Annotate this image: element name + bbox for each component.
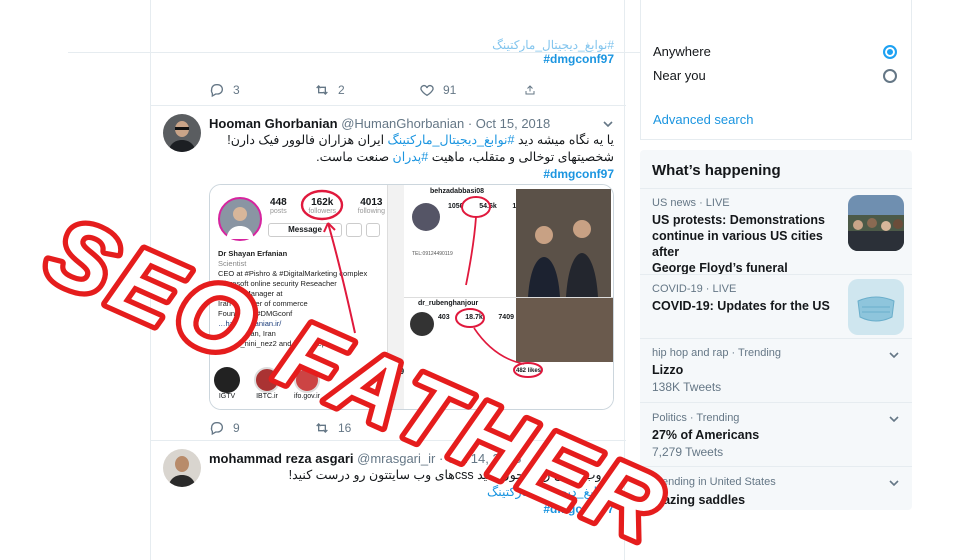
filter-option-near-you[interactable]: Near you [653, 68, 903, 83]
share-icon [525, 85, 535, 95]
share-button[interactable] [524, 82, 544, 98]
trend-item[interactable]: Politics · Trending 27% of Americans 7,2… [640, 402, 912, 466]
whats-happening-panel: What’s happening US news · LIVE US prote… [640, 150, 912, 510]
like-button[interactable]: 91 [419, 82, 524, 98]
previous-tweet-partial-hashtag[interactable]: #نوابغ_دیجیتال_مارکتینگ [151, 38, 614, 52]
trend-count: 138K Tweets [652, 380, 722, 394]
mask-photo [848, 279, 904, 335]
trend-title: US protests: Demonstrations continue in … [652, 212, 847, 276]
trend-item[interactable]: US news · LIVE US protests: Demonstratio… [640, 188, 912, 276]
previous-tweet-tail: #نوابغ_دیجیتال_مارکتینگ #dmgconf97 [151, 38, 626, 66]
tweet-text-line2: شخصیتهای توخالی و متقلب، ماهیت #پدران صن… [209, 149, 614, 166]
media-divider: 1,029 [384, 185, 404, 409]
tweet-media[interactable]: 448 posts 162k followers 4013 following Mes… [209, 184, 614, 410]
handle[interactable]: @HumanGhorbanian [341, 116, 464, 131]
tweet-text: …وب ایران رو متحول کنید cssهای وب سایتتو… [209, 467, 614, 518]
trend-meta: hip hop and rap · Trending [652, 347, 782, 359]
tweet-text-line1: یا یه نگاه میشه دید #نوابغ_دیجیتال_مارکت… [209, 132, 614, 149]
r1-photo-people [516, 189, 611, 297]
retweet-button[interactable]: 2 [314, 82, 419, 98]
text-segment: یا یه نگاه میشه دید [514, 133, 614, 147]
tweet-date[interactable]: · Oct 15, 2018 [468, 116, 550, 131]
hashtag-link[interactable]: #نوابغ_دیجیتال_مارکتینگ [209, 484, 614, 501]
media-right-lower: dr_rubenghanjour 403 18.7k 7409 482 like… [404, 297, 613, 409]
text-segment: صنعت ماست. [316, 150, 393, 164]
media-left-panel: 448 posts 162k followers 4013 following Mes… [210, 185, 388, 409]
radio-selected[interactable] [883, 45, 897, 59]
tweet-header: Hooman Ghorbanian @HumanGhorbanian · Oct… [209, 116, 550, 131]
tweet-text-line1: …وب ایران رو متحول کنید cssهای وب سایتتو… [288, 468, 614, 482]
red-annotation [300, 189, 356, 334]
filter-option-anywhere[interactable]: Anywhere [653, 44, 903, 59]
tweet-card[interactable]: Hooman Ghorbanian @HumanGhorbanian · Oct… [151, 105, 626, 440]
text-segment: ایران هزاران فالوور فیک دارن! [227, 133, 388, 147]
trend-meta: Trending in United States [652, 476, 776, 488]
timeline-feed: #نوابغ_دیجیتال_مارکتینگ #dmgconf97 3 2 9… [150, 0, 626, 560]
like-count: 91 [443, 83, 457, 97]
reply-button[interactable]: 9 [209, 420, 314, 436]
trend-title: Lizzo [652, 363, 684, 377]
chevron-down-icon[interactable] [888, 413, 900, 425]
radio-unselected[interactable] [883, 69, 897, 83]
avatar[interactable] [163, 114, 201, 152]
tweet-text: یا یه نگاه میشه دید #نوابغ_دیجیتال_مارکت… [209, 132, 614, 183]
chevron-down-icon[interactable] [602, 118, 614, 130]
hashtag-link[interactable]: #dmgconf97 [209, 166, 614, 183]
avatar-image [163, 114, 201, 152]
retweet-count: 16 [338, 421, 352, 435]
trend-thumbnail [848, 279, 904, 335]
previous-tweet-actions: 3 2 91 [209, 82, 544, 98]
reply-icon [210, 84, 223, 98]
media-right-upper: behzadabbasi08 1050 54.6k 1677 TEL:09124… [404, 185, 613, 297]
advanced-search-link[interactable]: Advanced search [653, 112, 753, 127]
tweet-header: mohammad reza asgari @mrasgari_ir · Oct … [209, 451, 521, 466]
trend-title: 27% of Americans [652, 428, 760, 442]
handle[interactable]: @mrasgari_ir [357, 451, 435, 466]
trend-item[interactable]: COVID-19 · LIVE COVID-19: Updates for th… [640, 274, 912, 338]
crowd-photo [848, 195, 904, 251]
trend-meta: COVID-19 · LIVE [652, 283, 737, 295]
reply-count: 9 [233, 421, 240, 435]
hashtag-link[interactable]: #dmgconf97 [209, 501, 614, 518]
r1-photo [516, 189, 611, 297]
previous-tweet-hashtag[interactable]: #dmgconf97 [151, 52, 614, 66]
reply-count: 3 [233, 83, 240, 97]
trend-title-line: continue in various US cities after [652, 229, 823, 259]
chevron-down-icon[interactable] [888, 349, 900, 361]
trend-thumbnail [848, 195, 904, 251]
filter-option-label: Near you [653, 68, 706, 83]
heart-icon [420, 84, 434, 97]
trend-title: blazing saddles [652, 493, 746, 507]
chevron-down-icon[interactable] [888, 477, 900, 489]
trend-count: 7,279 Tweets [652, 445, 724, 459]
trend-item[interactable]: hip hop and rap · Trending Lizzo 138K Tw… [640, 338, 912, 402]
trend-item[interactable]: Trending in United States blazing saddle… [640, 466, 912, 510]
retweet-count: 2 [338, 83, 345, 97]
display-name[interactable]: Hooman Ghorbanian [209, 116, 338, 131]
avatar-image [163, 449, 201, 487]
retweet-button[interactable]: 16 [314, 420, 419, 436]
tweet-date[interactable]: · Oct 14, 2018 [439, 451, 521, 466]
red-annotation [455, 308, 543, 378]
tweet-actions: 9 16 [209, 420, 419, 436]
display-name[interactable]: mohammad reza asgari [209, 451, 354, 466]
panel-title: What’s happening [652, 162, 781, 179]
retweet-icon [316, 85, 328, 95]
retweet-icon [316, 423, 328, 433]
text-segment: شخصیتهای توخالی و متقلب، ماهیت [428, 150, 614, 164]
trend-meta: US news · LIVE [652, 197, 730, 209]
avatar[interactable] [163, 449, 201, 487]
tweet-card[interactable]: mohammad reza asgari @mrasgari_ir · Oct … [151, 440, 626, 560]
red-annotation [461, 196, 491, 286]
filter-option-label: Anywhere [653, 44, 711, 59]
reply-icon [210, 422, 223, 436]
reply-button[interactable]: 3 [209, 82, 314, 98]
search-filters: Anywhere Near you Advanced search [640, 0, 912, 140]
trend-title-line: US protests: Demonstrations [652, 213, 825, 227]
trend-title: COVID-19: Updates for the US [652, 299, 830, 313]
hashtag-link[interactable]: #نوابغ_دیجیتال_مارکتینگ [388, 133, 515, 147]
trend-meta: Politics · Trending [652, 412, 740, 424]
hashtag-link[interactable]: #پدران [393, 150, 429, 164]
